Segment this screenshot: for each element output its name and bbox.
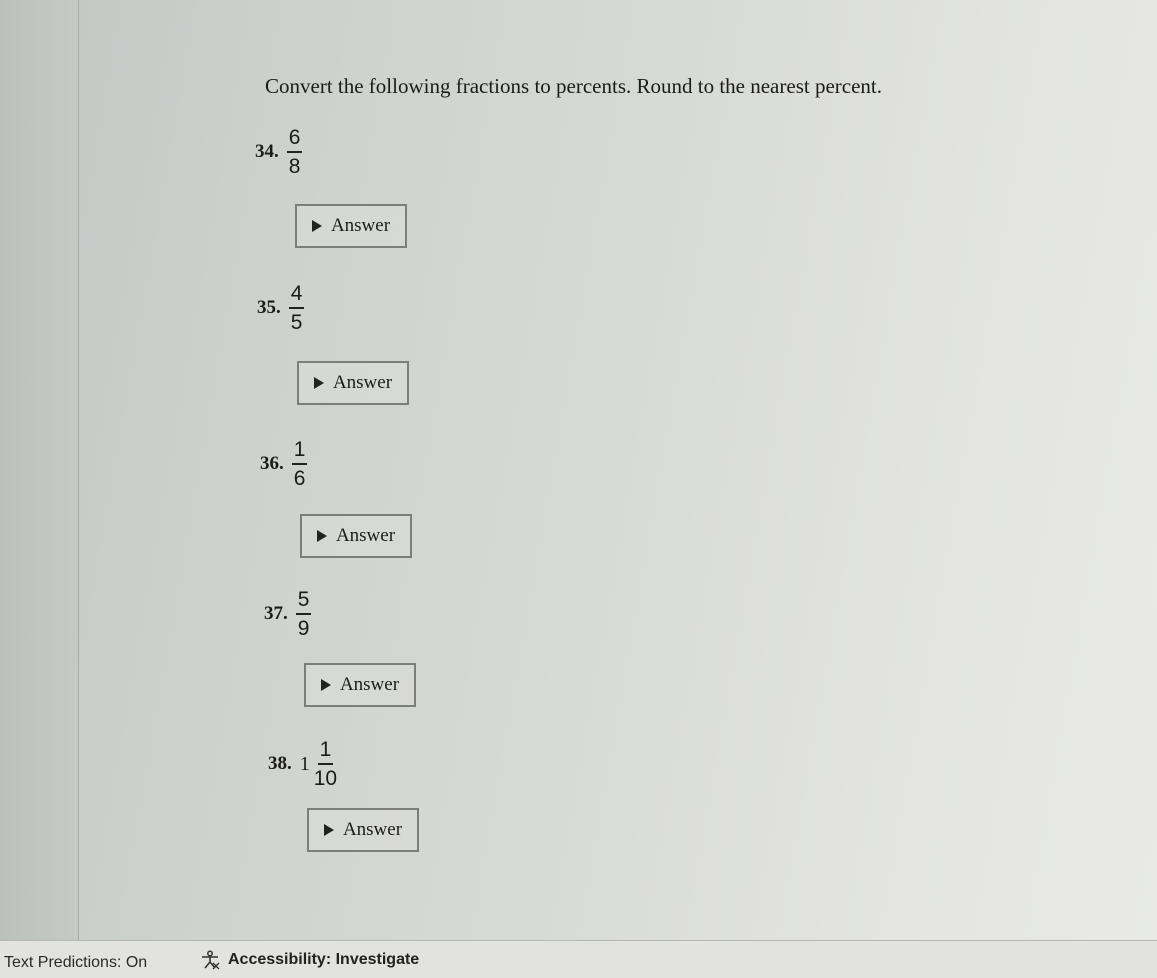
numerator: 1 <box>317 738 334 765</box>
answer-button-37[interactable]: Answer <box>304 663 416 707</box>
problem-number: 36. <box>260 453 284 474</box>
answer-label: Answer <box>330 215 391 236</box>
whole-number: 1 <box>299 752 310 775</box>
answer-button-35[interactable]: Answer <box>297 361 409 405</box>
problem-number: 38. <box>268 753 292 774</box>
status-bar: Text Predictions: On Accessibility: Inve… <box>0 940 1157 978</box>
fraction: 5 9 <box>295 588 312 640</box>
answer-button-38[interactable]: Answer <box>307 808 419 852</box>
problem-number: 37. <box>264 603 288 624</box>
denominator: 6 <box>293 467 306 490</box>
fraction: 1 6 <box>291 438 308 490</box>
accessibility-status[interactable]: Accessibility: Investigate <box>198 950 419 970</box>
denominator: 10 <box>313 767 338 790</box>
problem-number: 35. <box>257 297 281 318</box>
denominator: 8 <box>288 155 301 178</box>
fraction: 1 10 <box>312 738 339 790</box>
play-triangle-icon <box>323 824 334 836</box>
denominator: 5 <box>290 311 303 334</box>
page-left-margin <box>0 0 79 940</box>
problem-38: 38. 1 1 10 <box>268 738 339 790</box>
numerator: 4 <box>288 282 305 309</box>
fraction: 6 8 <box>286 126 303 178</box>
denominator: 9 <box>297 617 310 640</box>
problem-number: 34. <box>255 141 279 162</box>
answer-button-34[interactable]: Answer <box>295 204 407 248</box>
answer-button-36[interactable]: Answer <box>300 514 412 558</box>
answer-label: Answer <box>332 372 393 393</box>
accessibility-label: Accessibility: Investigate <box>228 951 420 968</box>
answer-label: Answer <box>339 674 400 695</box>
instruction-text: Convert the following fractions to perce… <box>265 74 882 98</box>
fraction: 4 5 <box>288 282 305 334</box>
numerator: 6 <box>286 126 303 153</box>
numerator: 1 <box>291 438 308 465</box>
text-predictions-status[interactable]: Text Predictions: On <box>4 954 147 972</box>
play-triangle-icon <box>313 377 324 389</box>
numerator: 5 <box>295 588 312 615</box>
accessibility-icon <box>202 950 220 970</box>
problem-34: 34. 6 8 <box>255 126 303 178</box>
problem-37: 37. 5 9 <box>264 588 312 640</box>
answer-label: Answer <box>342 819 403 840</box>
play-triangle-icon <box>316 530 327 542</box>
play-triangle-icon <box>320 679 331 691</box>
problem-35: 35. 4 5 <box>257 282 305 334</box>
play-triangle-icon <box>311 220 322 232</box>
problem-36: 36. 1 6 <box>260 438 308 490</box>
answer-label: Answer <box>335 525 396 546</box>
